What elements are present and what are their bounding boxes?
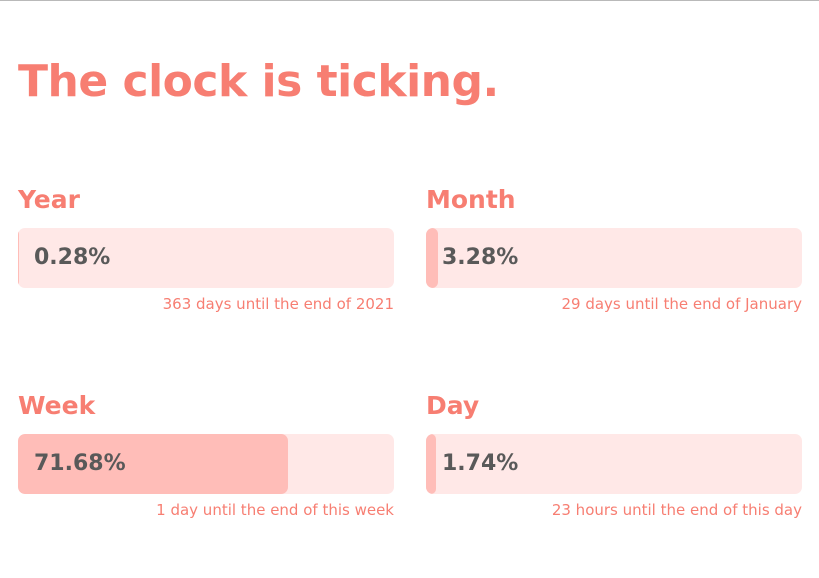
week-caption: 1 day until the end of this week	[156, 501, 394, 519]
year-progress-fill	[18, 228, 20, 288]
year-progress-bar: 0.28%	[18, 228, 394, 288]
week-card: Week 71.68% 1 day until the end of this …	[18, 389, 394, 519]
week-label: Week	[18, 391, 96, 420]
year-caption: 363 days until the end of 2021	[162, 295, 394, 313]
day-caption: 23 hours until the end of this day	[551, 501, 802, 519]
day-progress-fill	[426, 434, 436, 494]
month-progress-fill	[426, 228, 439, 288]
day-progress-bar: 1.74%	[426, 434, 802, 494]
top-divider	[0, 0, 819, 1]
year-label: Year	[18, 185, 80, 214]
month-caption: 29 days until the end of January	[561, 295, 802, 313]
month-label: Month	[426, 185, 516, 214]
week-progress-bar: 71.68%	[18, 434, 394, 494]
day-card: Day 1.74% 23 hours until the end of this…	[426, 389, 802, 519]
month-percent: 3.28%	[442, 245, 519, 270]
page-title: The clock is ticking.	[18, 56, 499, 107]
month-card: Month 3.28% 29 days until the end of Jan…	[426, 183, 802, 313]
year-percent: 0.28%	[34, 245, 111, 270]
month-progress-bar: 3.28%	[426, 228, 802, 288]
year-card: Year 0.28% 363 days until the end of 202…	[18, 183, 394, 313]
day-label: Day	[426, 391, 480, 420]
week-percent: 71.68%	[34, 451, 126, 476]
day-percent: 1.74%	[442, 451, 519, 476]
